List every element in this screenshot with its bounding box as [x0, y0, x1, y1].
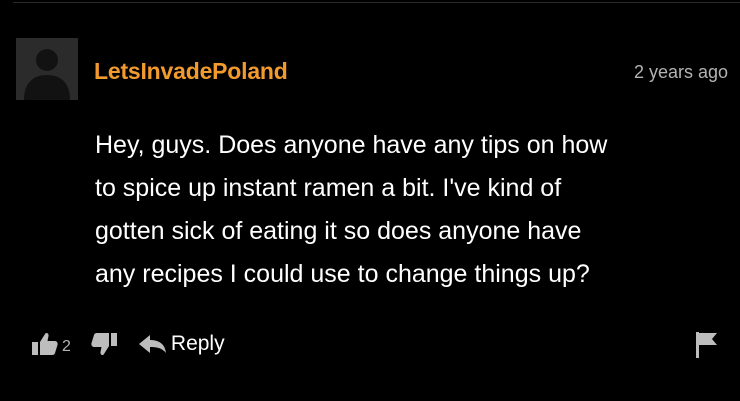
username-link[interactable]: LetsInvadePoland [94, 58, 288, 85]
thumbs-down-icon [91, 333, 117, 356]
comment-line: any recipes I could use to change things… [95, 260, 590, 288]
thumbs-up-icon [32, 332, 58, 355]
comment-line: gotten sick of eating it so does anyone … [95, 217, 582, 245]
flag-icon [696, 332, 717, 358]
comment-line: to spice up instant ramen a bit. I've ki… [95, 174, 562, 202]
dislike-button[interactable] [91, 332, 117, 356]
comment-timestamp: 2 years ago [633, 62, 728, 82]
like-count: 2 [62, 338, 71, 355]
comment-body: Hey, guys. Does anyone have any tips on … [95, 124, 725, 296]
comment-line: Hey, guys. Does anyone have any tips on … [95, 131, 608, 159]
comment-actions: 2 Reply [32, 328, 225, 360]
reply-arrow-icon [138, 335, 166, 353]
reply-button[interactable]: Reply [138, 332, 225, 356]
avatar[interactable] [16, 38, 78, 100]
flag-button[interactable] [696, 332, 718, 363]
default-avatar-icon [16, 38, 78, 100]
top-divider [13, 2, 740, 3]
reply-label: Reply [170, 332, 225, 355]
like-button[interactable]: 2 [32, 332, 71, 356]
